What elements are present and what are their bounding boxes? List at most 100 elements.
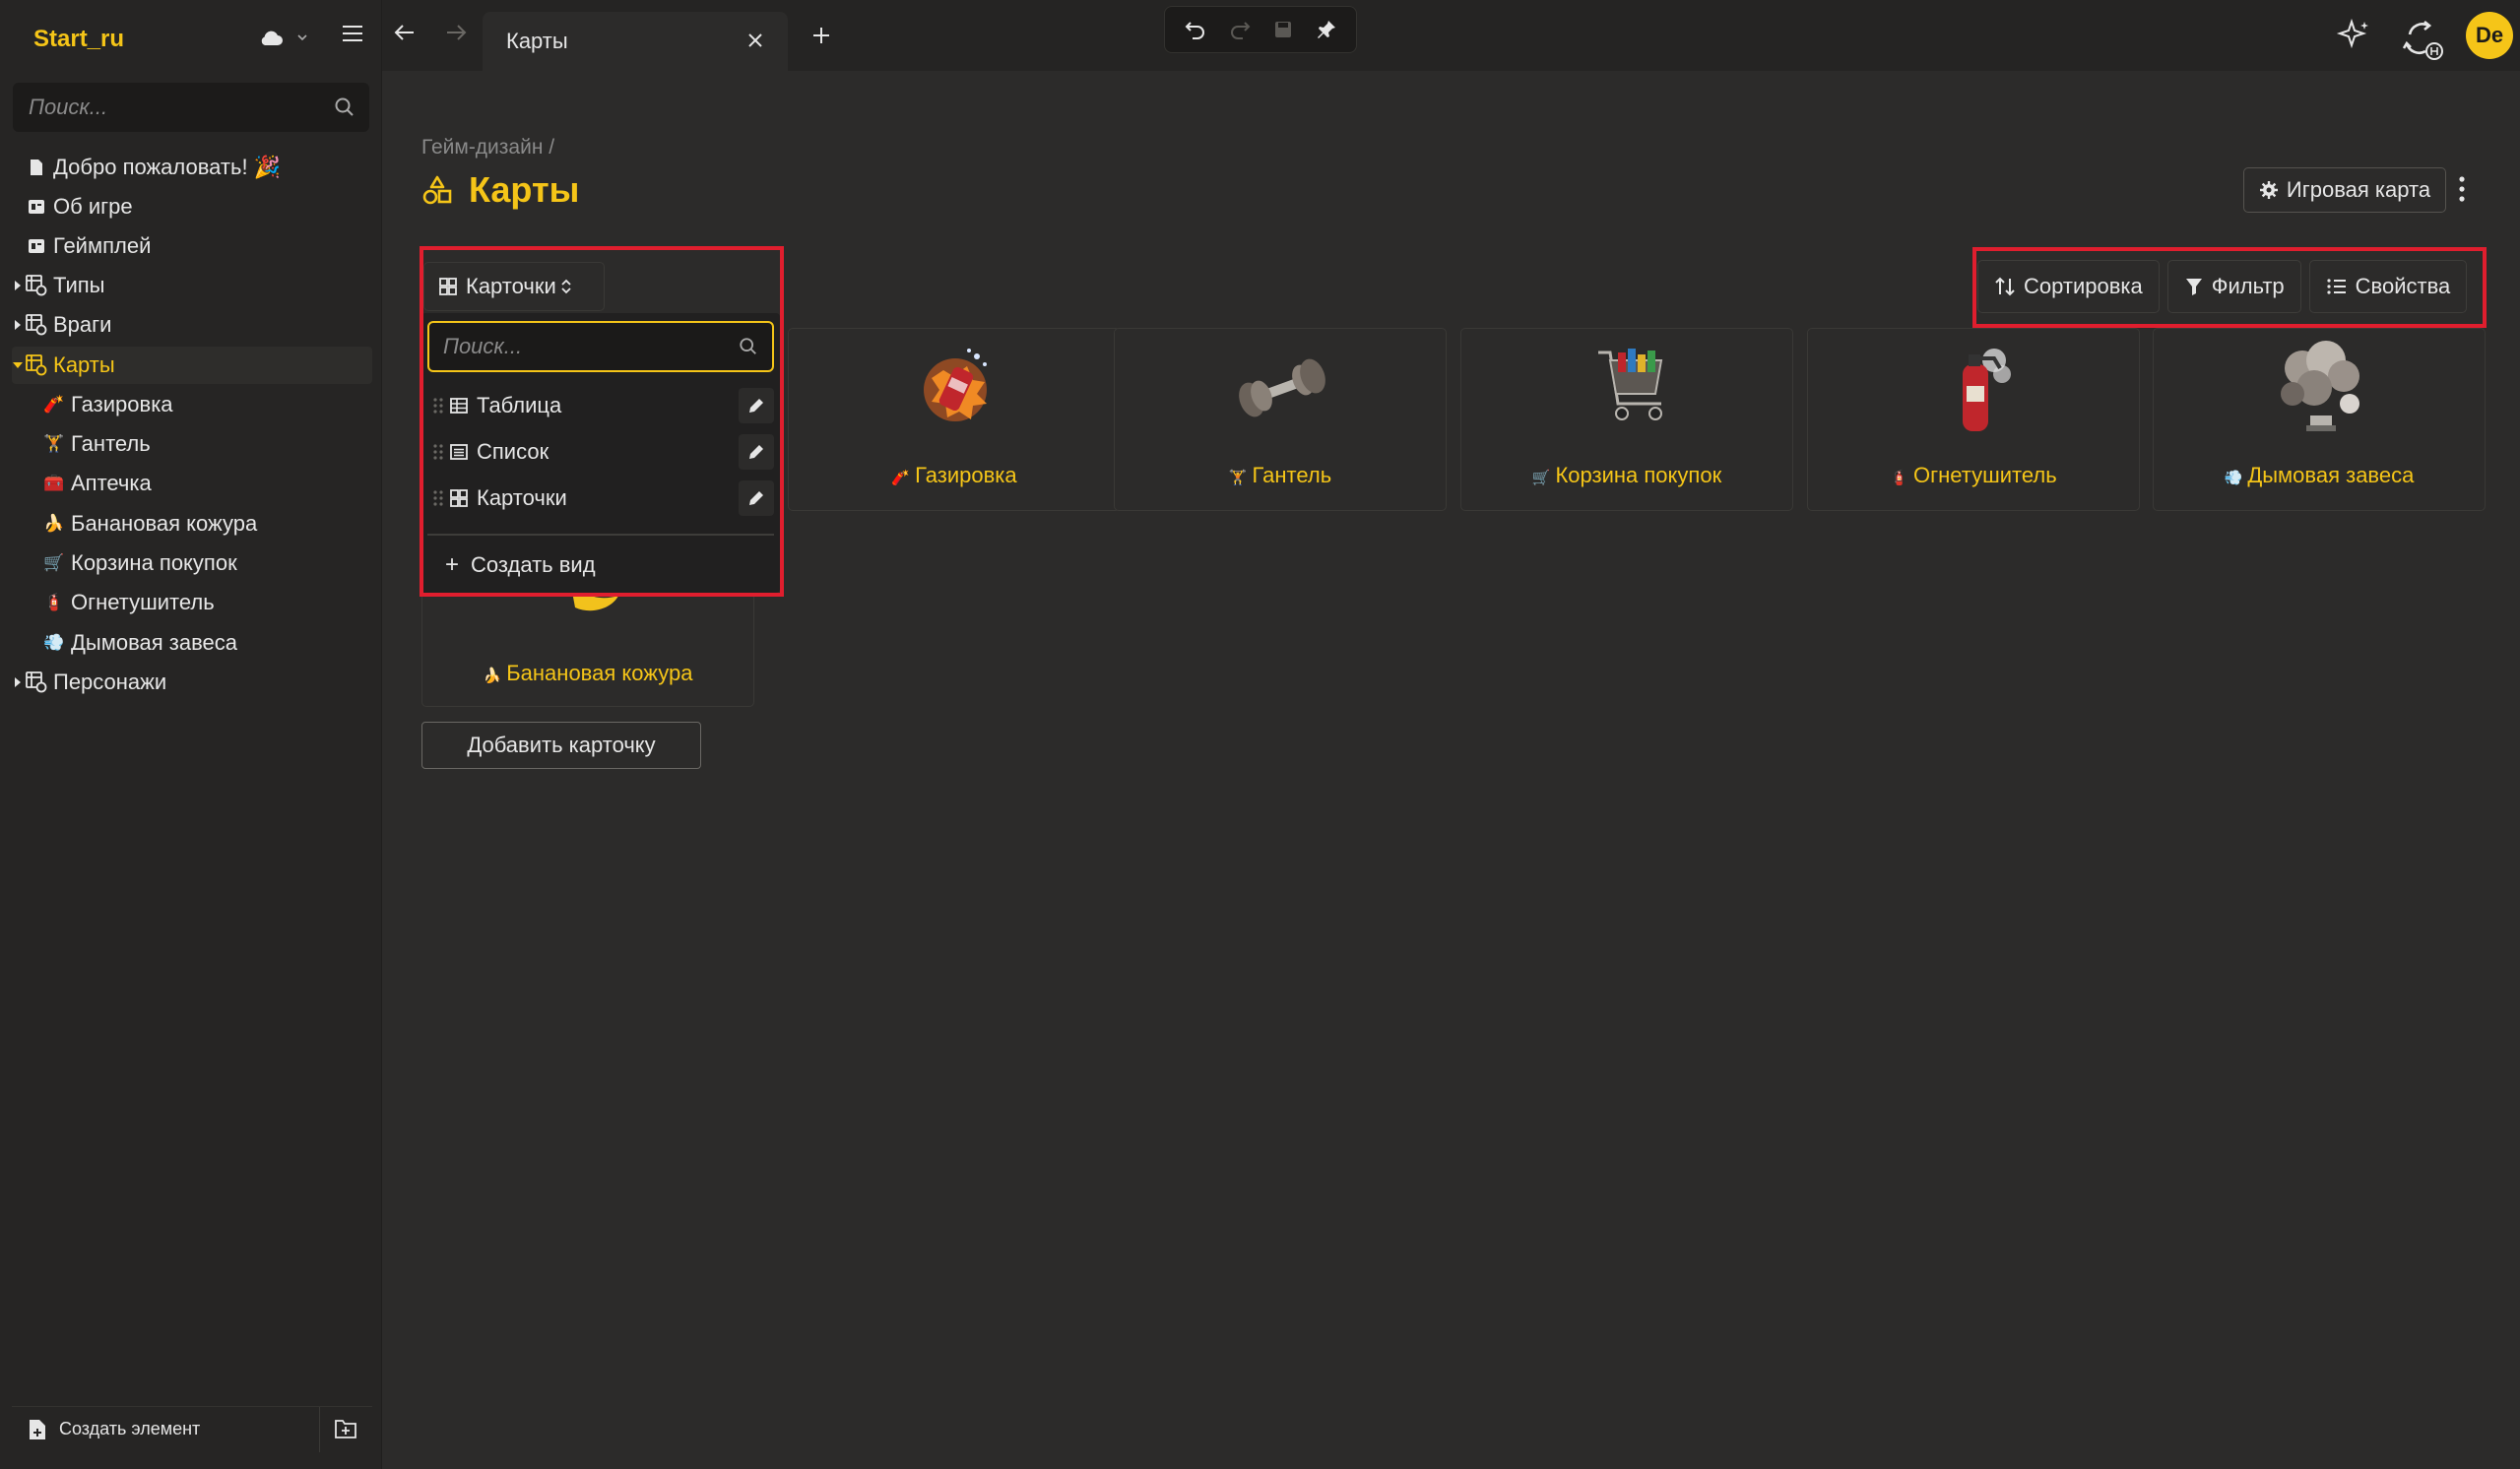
sidebar-item-label: Дымовая завеса bbox=[71, 630, 238, 655]
dumbbell-icon: 🏋 bbox=[43, 434, 65, 453]
database-icon bbox=[26, 354, 47, 376]
smoke-icon: 💨 bbox=[2224, 470, 2243, 486]
forward-arrow-icon[interactable] bbox=[445, 24, 467, 41]
highlight-box-view-menu bbox=[420, 246, 784, 597]
extinguisher-icon: 🧯 bbox=[1890, 470, 1908, 486]
card-dumbbell[interactable]: 🏋 Гантель bbox=[1114, 328, 1447, 511]
sidebar-item-label: Аптечка bbox=[71, 471, 152, 495]
smoke-image bbox=[2261, 339, 2379, 437]
sidebar-item-label: Типы bbox=[53, 273, 105, 297]
chevron-down-icon[interactable] bbox=[12, 361, 24, 369]
cart-icon: 🛒 bbox=[1531, 470, 1551, 486]
redo-icon[interactable] bbox=[1229, 20, 1251, 39]
first-aid-icon: 🧰 bbox=[43, 474, 65, 492]
sync-icon[interactable] bbox=[2401, 18, 2444, 61]
sidebar-item-types[interactable]: Типы bbox=[12, 267, 372, 304]
sidebar-item-welcome[interactable]: Добро пожаловать! 🎉 bbox=[12, 149, 372, 186]
card-title-text: Газировка bbox=[915, 463, 1017, 487]
cloud-icon bbox=[258, 28, 284, 47]
card-extinguisher[interactable]: 🧯 Огнетушитель bbox=[1807, 328, 2140, 511]
card-title-text: Дымовая завеса bbox=[2247, 463, 2415, 487]
card-smoke[interactable]: 💨 Дымовая завеса bbox=[2153, 328, 2486, 511]
page-title: Карты bbox=[421, 169, 579, 211]
sidebar-item-label: Огнетушитель bbox=[71, 590, 215, 614]
menu-icon[interactable] bbox=[341, 24, 364, 43]
tab-cards[interactable]: Карты bbox=[483, 12, 788, 71]
sidebar-item-cards[interactable]: Карты bbox=[12, 347, 372, 384]
dumbbell-image bbox=[1222, 339, 1340, 437]
chevron-right-icon[interactable] bbox=[12, 676, 24, 688]
workspace-name: Start_ru bbox=[33, 26, 125, 52]
sidebar-item-about[interactable]: Об игре bbox=[12, 188, 372, 225]
shapes-icon bbox=[422, 175, 452, 205]
page-title-text: Карты bbox=[469, 169, 580, 210]
plus-icon[interactable] bbox=[811, 26, 831, 45]
new-page-icon bbox=[30, 1419, 45, 1439]
workspace-switcher[interactable]: Start_ru bbox=[12, 12, 372, 67]
sidebar-item-enemies[interactable]: Враги bbox=[12, 306, 372, 344]
sidebar-item-label: Персонажи bbox=[53, 670, 167, 694]
pin-icon[interactable] bbox=[1316, 19, 1337, 40]
card-title-text: Гантель bbox=[1252, 463, 1332, 487]
sidebar-child-banana[interactable]: 🍌 Банановая кожура bbox=[43, 505, 372, 543]
card-title-text: Огнетушитель bbox=[1913, 463, 2057, 487]
sidebar-child-firstaid[interactable]: 🧰 Аптечка bbox=[43, 465, 372, 502]
game-map-button[interactable]: Игровая карта bbox=[2243, 167, 2446, 213]
breadcrumb[interactable]: Гейм-дизайн / bbox=[421, 136, 554, 160]
more-vertical-icon[interactable] bbox=[2458, 175, 2466, 203]
database-icon bbox=[26, 314, 47, 336]
soda-icon: 🧨 bbox=[43, 395, 65, 414]
database-icon bbox=[26, 671, 47, 693]
sidebar-item-label: Об игре bbox=[53, 194, 133, 219]
cart-image bbox=[1569, 339, 1687, 437]
sidebar-item-label: Гантель bbox=[71, 431, 151, 456]
sidebar-child-smoke[interactable]: 💨 Дымовая завеса bbox=[43, 624, 372, 662]
sidebar-child-cart[interactable]: 🛒 Корзина покупок bbox=[43, 544, 372, 582]
edit-toolbar bbox=[1164, 6, 1357, 53]
sidebar-child-soda[interactable]: 🧨 Газировка bbox=[43, 386, 372, 423]
search-icon bbox=[334, 96, 355, 118]
card-title: 🏋 Гантель bbox=[1115, 463, 1446, 488]
sidebar-search[interactable] bbox=[13, 83, 369, 132]
sidebar-footer: Создать элемент bbox=[12, 1406, 372, 1452]
sidebar-item-gameplay[interactable]: Геймплей bbox=[12, 227, 372, 265]
new-folder-icon[interactable] bbox=[334, 1418, 357, 1439]
doc-icon bbox=[26, 196, 47, 218]
gear-icon bbox=[2259, 181, 2278, 199]
save-icon[interactable] bbox=[1273, 20, 1293, 39]
card-title: 🛒 Корзина покупок bbox=[1461, 463, 1792, 488]
user-avatar[interactable]: De bbox=[2466, 12, 2513, 59]
card-title: 🧯 Огнетушитель bbox=[1808, 463, 2139, 488]
sidebar-item-label: Геймплей bbox=[53, 233, 152, 258]
sidebar-item-characters[interactable]: Персонажи bbox=[12, 664, 372, 701]
create-element-button[interactable]: Создать элемент bbox=[12, 1419, 200, 1440]
close-icon[interactable] bbox=[746, 32, 764, 49]
back-arrow-icon[interactable] bbox=[394, 24, 416, 41]
sidebar-item-label: Добро пожаловать! 🎉 bbox=[53, 155, 282, 179]
page-icon bbox=[26, 157, 47, 178]
banana-icon: 🍌 bbox=[483, 668, 502, 684]
dumbbell-icon: 🏋 bbox=[1228, 470, 1248, 486]
smoke-icon: 💨 bbox=[43, 633, 65, 652]
sidebar-item-label: Банановая кожура bbox=[71, 511, 258, 536]
chevron-right-icon[interactable] bbox=[12, 280, 24, 291]
sidebar-child-extinguisher[interactable]: 🧯 Огнетушитель bbox=[43, 584, 372, 621]
sidebar-item-label: Враги bbox=[53, 312, 112, 337]
add-card-button[interactable]: Добавить карточку bbox=[421, 722, 701, 769]
highlight-box-toolbar bbox=[1972, 247, 2487, 328]
card-cart[interactable]: 🛒 Корзина покупок bbox=[1460, 328, 1793, 511]
card-title: 🍌 Банановая кожура bbox=[422, 661, 753, 686]
card-soda[interactable]: 🧨 Газировка bbox=[788, 328, 1121, 511]
cart-icon: 🛒 bbox=[43, 553, 65, 572]
card-title-text: Банановая кожура bbox=[506, 661, 693, 685]
sparkle-icon[interactable] bbox=[2336, 18, 2371, 53]
sidebar-item-label: Корзина покупок bbox=[71, 550, 237, 575]
sidebar-child-dumbbell[interactable]: 🏋 Гантель bbox=[43, 425, 372, 463]
undo-icon[interactable] bbox=[1185, 20, 1206, 39]
sidebar: Start_ru Добро пожаловать! 🎉 Об игре bbox=[0, 0, 382, 1469]
sidebar-item-label: Газировка bbox=[71, 392, 173, 416]
sidebar-search-input[interactable] bbox=[13, 95, 308, 120]
chevron-right-icon[interactable] bbox=[12, 319, 24, 331]
card-title-text: Корзина покупок bbox=[1555, 463, 1722, 487]
doc-icon bbox=[26, 235, 47, 257]
